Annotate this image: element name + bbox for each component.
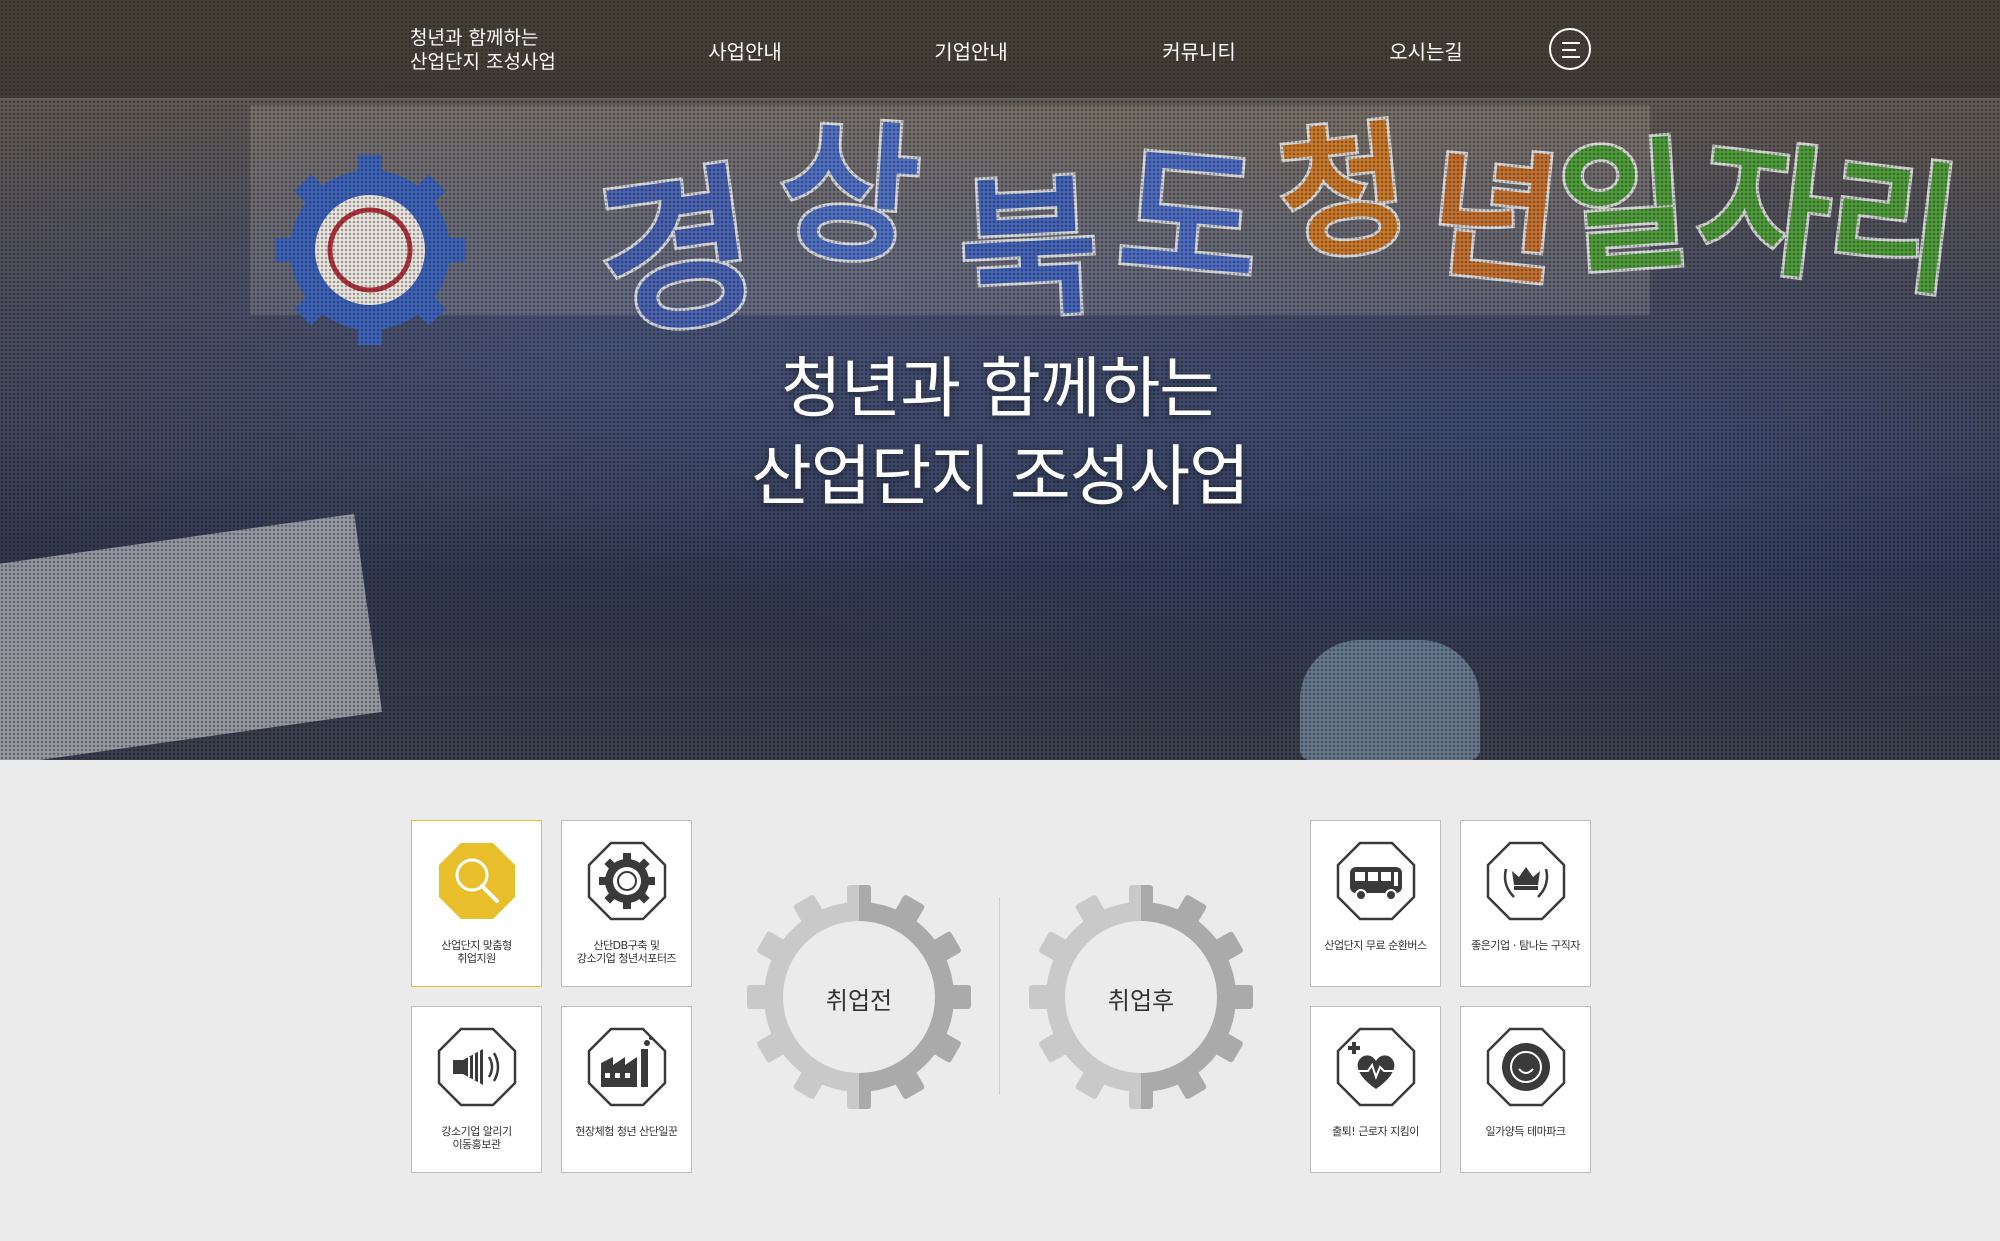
crown-wreath-icon	[1486, 841, 1566, 921]
gear-label-before: 취업전	[825, 987, 893, 1015]
service-card-label: 현장체험 청년 산단일꾼	[575, 1125, 678, 1138]
hero-title-line1: 청년과 함께하는	[780, 350, 1220, 427]
site-logo[interactable]: 청년과 함께하는 산업단지 조성사업	[410, 26, 556, 74]
bus-icon	[1336, 841, 1416, 921]
service-card-label: 일가양득 테마파크	[1485, 1125, 1566, 1138]
service-card-label: 산업단지 무료 순환버스	[1324, 939, 1427, 952]
service-card-free-bus[interactable]: 산업단지 무료 순환버스	[1310, 820, 1441, 987]
gear-label-after: 취업후	[1107, 987, 1175, 1015]
magnifier-icon	[439, 843, 515, 919]
nav-community[interactable]: 커뮤니티	[1129, 36, 1269, 65]
gear-divider	[999, 897, 1000, 1095]
top-header: 청년과 함께하는 산업단지 조성사업 사업안내 기업안내 커뮤니티 오시는길	[0, 0, 2000, 99]
loudspeaker-icon	[437, 1027, 517, 1107]
service-card-field-experience[interactable]: 현장체험 청년 산단일꾼	[561, 1006, 692, 1173]
service-card-worker-guardian[interactable]: 출퇴! 근로자 지킴이	[1310, 1006, 1441, 1173]
service-card-wlb-theme-park[interactable]: 일가양득 테마파크	[1460, 1006, 1591, 1173]
logo-line2: 산업단지 조성사업	[410, 51, 556, 73]
service-card-db-supporters[interactable]: 산단DB구축 및 강소기업 청년서포터즈	[561, 820, 692, 987]
hero-title: 청년과 함께하는 산업단지 조성사업	[0, 345, 2000, 521]
youth-gear-icon	[587, 841, 667, 921]
gear-before-employment[interactable]: 취업전	[747, 885, 971, 1109]
service-card-label: 좋은기업ㆍ탐나는 구직자	[1471, 939, 1580, 952]
hero-banner: 경 상 북 도 청 년 일 자리 청년과 함께하는 산업단지 조성사업	[0, 0, 2000, 760]
service-card-matching-support[interactable]: 산업단지 맞춤형 취업지원	[411, 820, 542, 987]
nav-business-info[interactable]: 사업안내	[675, 36, 815, 65]
service-card-mobile-promotion[interactable]: 강소기업 알리기 이동홍보관	[411, 1006, 542, 1173]
service-card-good-company[interactable]: 좋은기업ㆍ탐나는 구직자	[1460, 820, 1591, 987]
heart-health-icon	[1336, 1027, 1416, 1107]
nav-directions[interactable]: 오시는길	[1356, 36, 1496, 65]
service-card-label: 출퇴! 근로자 지킴이	[1332, 1125, 1419, 1138]
service-card-label: 산업단지 맞춤형 취업지원	[441, 939, 512, 965]
service-card-label: 산단DB구축 및 강소기업 청년서포터즈	[576, 939, 677, 965]
factory-icon	[587, 1027, 667, 1107]
hero-title-line2: 산업단지 조성사업	[751, 438, 1250, 515]
wlb-badge-icon	[1486, 1027, 1566, 1107]
service-card-label: 강소기업 알리기 이동홍보관	[441, 1125, 512, 1151]
hamburger-icon[interactable]	[1549, 28, 1591, 70]
nav-company-info[interactable]: 기업안내	[901, 36, 1041, 65]
gear-after-employment[interactable]: 취업후	[1029, 885, 1253, 1109]
logo-line1: 청년과 함께하는	[410, 27, 539, 49]
